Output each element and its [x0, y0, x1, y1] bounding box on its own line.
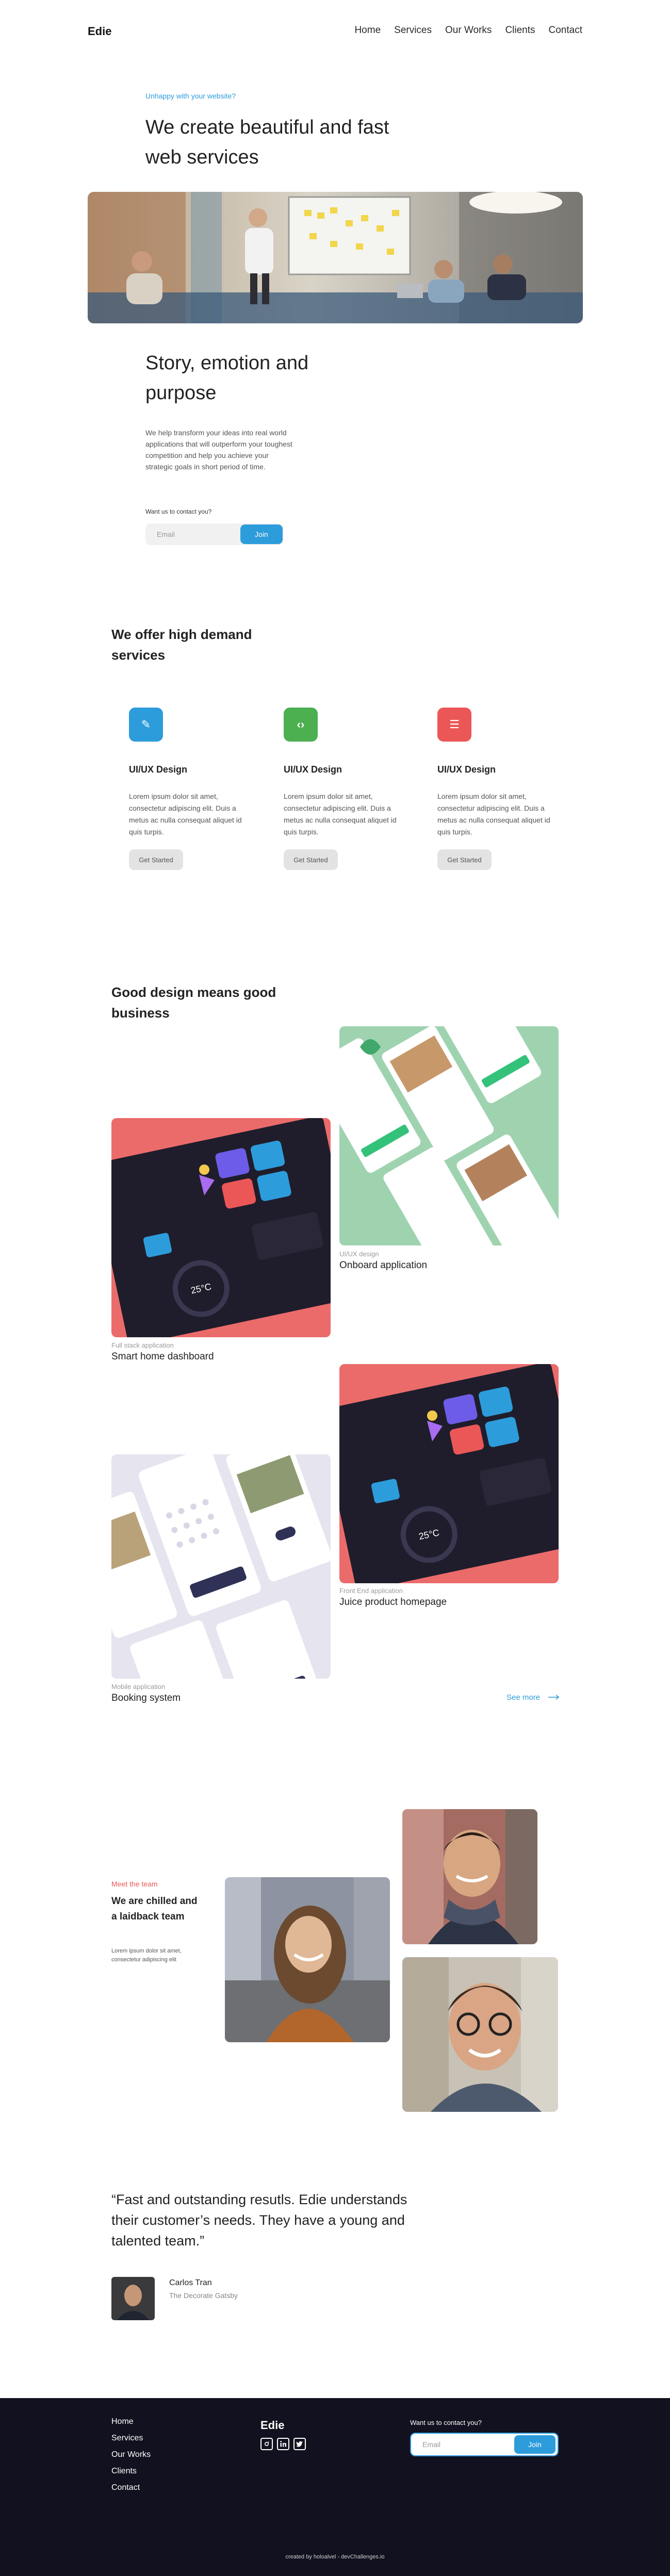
nav-our-works[interactable]: Our Works — [445, 25, 492, 36]
footer — [0, 2398, 670, 2576]
work-image-juice[interactable]: 25°C — [339, 1364, 559, 1583]
join-button[interactable]: Join — [240, 524, 283, 544]
footer-credit: created by holoalvel - devChallenges.io — [285, 2554, 385, 2560]
work-category: Full stack application — [111, 1341, 174, 1349]
get-started-button[interactable]: Get Started — [437, 849, 492, 870]
service-title: UI/UX Design — [284, 764, 342, 775]
avatar — [111, 2277, 155, 2320]
service-text: Lorem ipsum dolor sit amet, consectetur … — [129, 792, 242, 836]
get-started-button[interactable]: Get Started — [129, 849, 183, 870]
pencil-icon: ✎ — [129, 708, 163, 742]
work-name[interactable]: Juice product homepage — [339, 1597, 447, 1608]
see-more-link[interactable]: See more — [506, 1693, 560, 1702]
story-text: We help transform your ideas into real w… — [145, 429, 292, 471]
testimonial-quote: “Fast and outstanding resutls. Edie unde… — [111, 2192, 407, 2249]
hero-eyebrow: Unhappy with your website? — [145, 92, 236, 100]
footer-link-home[interactable]: Home — [111, 2417, 151, 2426]
works-title: Good design means good business — [111, 985, 276, 1021]
footer-contact-label: Want us to contact you? — [410, 2419, 482, 2426]
work-name[interactable]: Smart home dashboard — [111, 1351, 214, 1363]
footer-link-services[interactable]: Services — [111, 2434, 151, 2443]
footer-join-button[interactable]: Join — [514, 2435, 555, 2454]
service-card: ☰ UI/UX Design Lorem ipsum dolor sit ame… — [437, 708, 561, 870]
nav-contact[interactable]: Contact — [549, 25, 582, 36]
footer-email-form: Email Join — [410, 2433, 559, 2456]
footer-logo[interactable]: Edie — [260, 2419, 284, 2432]
list-icon: ☰ — [437, 708, 471, 742]
twitter-icon[interactable] — [293, 2438, 306, 2450]
instagram-icon[interactable] — [260, 2438, 273, 2450]
team-text: Lorem ipsum dolor sit amet, consectetur … — [111, 1948, 182, 1963]
footer-links: Home Services Our Works Clients Contact — [111, 2417, 151, 2492]
service-title: UI/UX Design — [437, 764, 496, 775]
footer-link-our-works[interactable]: Our Works — [111, 2450, 151, 2459]
work-image-smart-home[interactable]: 25°C — [111, 1118, 331, 1337]
email-input[interactable]: Email — [145, 530, 240, 538]
work-category: UI/UX design — [339, 1250, 379, 1258]
team-photo-man-scarf — [402, 1809, 537, 1944]
logo[interactable]: Edie — [88, 25, 111, 38]
team-photo-man-glasses — [402, 1957, 558, 2112]
hero-team-image — [88, 192, 583, 323]
service-card: ✎ UI/UX Design Lorem ipsum dolor sit ame… — [129, 708, 253, 870]
code-icon: ‹› — [284, 708, 318, 742]
footer-email-input[interactable]: Email — [411, 2440, 514, 2449]
services-title: We offer high demand services — [111, 627, 252, 663]
testimonial-name: Carlos Tran — [169, 2278, 212, 2287]
work-name[interactable]: Onboard application — [339, 1260, 427, 1271]
team-photo-woman — [225, 1877, 390, 2042]
work-category: Mobile application — [111, 1683, 166, 1691]
story-title: Story, emotion and purpose — [145, 352, 309, 404]
social-links — [260, 2438, 306, 2450]
work-name[interactable]: Booking system — [111, 1693, 181, 1704]
service-card: ‹› UI/UX Design Lorem ipsum dolor sit am… — [284, 708, 407, 870]
get-started-button[interactable]: Get Started — [284, 849, 338, 870]
arrow-right-icon — [548, 1693, 560, 1702]
team-eyebrow: Meet the team — [111, 1880, 158, 1888]
work-image-booking[interactable] — [111, 1454, 331, 1679]
contact-label: Want us to contact you? — [145, 508, 212, 515]
service-text: Lorem ipsum dolor sit amet, consectetur … — [284, 792, 397, 836]
service-title: UI/UX Design — [129, 764, 188, 775]
nav-services[interactable]: Services — [394, 25, 432, 36]
work-category: Front End application — [339, 1587, 403, 1595]
email-form: Email Join — [145, 523, 284, 545]
nav-clients[interactable]: Clients — [505, 25, 535, 36]
linkedin-icon[interactable] — [277, 2438, 289, 2450]
work-image-onboard[interactable] — [339, 1026, 559, 1245]
main-nav: Home Services Our Works Clients Contact — [354, 25, 582, 36]
hero-title: We create beautiful and fast web service… — [145, 117, 389, 168]
footer-link-contact[interactable]: Contact — [111, 2483, 151, 2492]
service-text: Lorem ipsum dolor sit amet, consectetur … — [437, 792, 550, 836]
testimonial-role: The Decorate Gatsby — [169, 2291, 238, 2300]
nav-home[interactable]: Home — [354, 25, 381, 36]
footer-link-clients[interactable]: Clients — [111, 2467, 151, 2476]
see-more-label: See more — [506, 1693, 541, 1702]
team-title: We are chilled and a laidback team — [111, 1896, 198, 1922]
